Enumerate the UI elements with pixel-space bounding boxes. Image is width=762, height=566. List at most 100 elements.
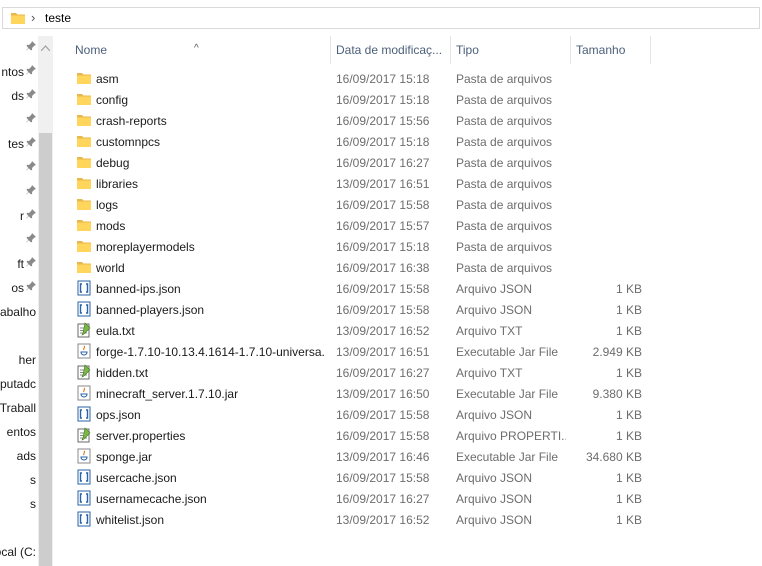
nav-item[interactable] <box>0 110 38 130</box>
file-type: Pasta de arquivos <box>456 93 553 107</box>
file-date: 13/09/2017 16:52 <box>336 324 430 338</box>
folder-icon <box>76 154 92 170</box>
column-header: Nome ^ Data de modificaç... Tipo Tamanho <box>66 36 762 64</box>
file-row[interactable]: world 16/09/2017 16:38 Pasta de arquivos <box>70 257 650 278</box>
file-row[interactable]: banned-players.json 16/09/2017 15:58 Arqui… <box>70 299 650 320</box>
nav-item[interactable]: os <box>0 278 38 298</box>
nav-item[interactable]: abalho <box>0 302 38 322</box>
folder-icon <box>76 91 92 107</box>
nav-item-label: ads <box>16 449 36 463</box>
nav-item[interactable]: entos <box>0 422 38 442</box>
file-size: 1 KB <box>615 471 642 485</box>
file-type: Arquivo JSON <box>456 408 533 422</box>
nav-item[interactable]: ft <box>0 254 38 274</box>
file-row[interactable]: moreplayermodels 16/09/2017 15:18 Pasta de… <box>70 236 650 257</box>
nav-item[interactable] <box>0 38 38 58</box>
file-type: Arquivo JSON <box>456 513 533 527</box>
file-row[interactable]: usercache.json 16/09/2017 15:58 Arquivo JS… <box>70 467 650 488</box>
nav-item[interactable]: ntos <box>0 62 38 82</box>
column-date[interactable]: Data de modificaç... <box>330 36 451 64</box>
sort-up-icon: ^ <box>194 43 199 54</box>
file-date: 13/09/2017 16:52 <box>336 513 430 527</box>
chevron-right-icon[interactable]: › <box>31 10 35 25</box>
nav-item-label: ft <box>17 257 24 271</box>
pin-icon <box>26 112 36 126</box>
scroll-up-arrow-icon[interactable] <box>40 40 51 54</box>
file-row[interactable]: forge-1.7.10-10.13.4.1614-1.7.10-univers… <box>70 341 650 362</box>
address-bar[interactable]: › teste <box>2 7 760 29</box>
file-row[interactable]: customnpcs 16/09/2017 15:18 Pasta de arqui… <box>70 131 650 152</box>
column-name[interactable]: Nome ^ <box>66 36 331 64</box>
file-row[interactable]: banned-ips.json 16/09/2017 15:58 Arquivo J… <box>70 278 650 299</box>
nav-item-label: abalho <box>0 305 36 319</box>
file-size: 1 KB <box>615 324 642 338</box>
file-size: 34.680 KB <box>585 450 642 464</box>
file-name: world <box>96 261 125 275</box>
nav-scrollbar-thumb[interactable] <box>39 133 52 566</box>
file-date: 16/09/2017 16:27 <box>336 156 430 170</box>
file-date: 16/09/2017 16:38 <box>336 261 430 275</box>
file-row[interactable]: asm 16/09/2017 15:18 Pasta de arquivos <box>70 68 650 89</box>
column-size[interactable]: Tamanho <box>570 36 651 64</box>
file-name: usernamecache.json <box>96 492 207 506</box>
nav-item[interactable]: ads <box>0 446 38 466</box>
file-name: sponge.jar <box>96 450 153 464</box>
folder-icon <box>76 70 92 86</box>
nav-item[interactable]: r <box>0 206 38 226</box>
file-type: Arquivo JSON <box>456 303 533 317</box>
nav-item[interactable] <box>0 182 38 202</box>
file-row[interactable]: config 16/09/2017 15:18 Pasta de arquivos <box>70 89 650 110</box>
nav-item[interactable] <box>0 518 38 538</box>
file-date: 16/09/2017 15:18 <box>336 93 430 107</box>
file-row[interactable]: minecraft_server.1.7.10.jar 13/09/2017 16… <box>70 383 650 404</box>
nav-item[interactable]: putadc <box>0 374 38 394</box>
file-name: banned-ips.json <box>96 282 181 296</box>
file-date: 16/09/2017 15:56 <box>336 114 430 128</box>
file-name: customnpcs <box>96 135 161 149</box>
file-row[interactable]: eula.txt 13/09/2017 16:52 Arquivo TXT 1 KB <box>70 320 650 341</box>
nav-item[interactable]: Traball <box>0 398 38 418</box>
address-path[interactable]: teste <box>45 11 71 25</box>
nav-item[interactable]: s <box>0 470 38 490</box>
file-type: Arquivo TXT <box>456 324 523 338</box>
nav-item[interactable]: ocal (C: <box>0 542 38 562</box>
folder-icon <box>76 238 92 254</box>
file-name: ops.json <box>96 408 141 422</box>
file-row[interactable]: server.properties 16/09/2017 15:58 Arquivo… <box>70 425 650 446</box>
file-row[interactable]: logs 16/09/2017 15:58 Pasta de arquivos <box>70 194 650 215</box>
json-file-icon <box>76 280 92 296</box>
pin-icon <box>26 280 36 294</box>
file-row[interactable]: libraries 13/09/2017 16:51 Pasta de arquiv… <box>70 173 650 194</box>
navigation-pane: ntos ds tes r ft os abalho her putadc Traball ento… <box>0 36 38 566</box>
nav-item[interactable]: s <box>0 494 38 514</box>
nav-item-label: ntos <box>1 65 24 79</box>
file-type: Arquivo TXT <box>456 366 523 380</box>
nav-item[interactable] <box>0 326 38 346</box>
nav-item[interactable] <box>0 158 38 178</box>
file-date: 13/09/2017 16:50 <box>336 387 430 401</box>
column-type[interactable]: Tipo <box>450 36 571 64</box>
file-date: 13/09/2017 16:51 <box>336 345 430 359</box>
nav-item[interactable] <box>0 230 38 250</box>
nav-scrollbar[interactable] <box>38 36 53 566</box>
file-date: 13/09/2017 16:51 <box>336 177 430 191</box>
nav-item[interactable]: ds <box>0 86 38 106</box>
file-row[interactable]: usernamecache.json 16/09/2017 16:27 Arquiv… <box>70 488 650 509</box>
file-row[interactable]: hidden.txt 16/09/2017 16:27 Arquivo TXT 1 K… <box>70 362 650 383</box>
pin-icon <box>26 136 36 150</box>
folder-icon <box>76 112 92 128</box>
file-row[interactable]: debug 16/09/2017 16:27 Pasta de arquivos <box>70 152 650 173</box>
nav-item[interactable]: tes <box>0 134 38 154</box>
file-type: Executable Jar File <box>456 345 559 359</box>
nav-item-label: putadc <box>0 377 36 391</box>
file-row[interactable]: crash-reports 16/09/2017 15:56 Pasta de ar… <box>70 110 650 131</box>
file-row[interactable]: whitelist.json 13/09/2017 16:52 Arquivo JS… <box>70 509 650 530</box>
pin-icon <box>26 88 36 102</box>
text-file-icon <box>76 322 92 338</box>
file-row[interactable]: ops.json 16/09/2017 15:58 Arquivo JSON 1 KB <box>70 404 650 425</box>
file-row[interactable]: mods 16/09/2017 15:57 Pasta de arquivos <box>70 215 650 236</box>
nav-item[interactable]: her <box>0 350 38 370</box>
file-name: moreplayermodels <box>96 240 195 254</box>
file-row[interactable]: sponge.jar 13/09/2017 16:46 Executable Jar… <box>70 446 650 467</box>
file-date: 16/09/2017 16:27 <box>336 492 430 506</box>
